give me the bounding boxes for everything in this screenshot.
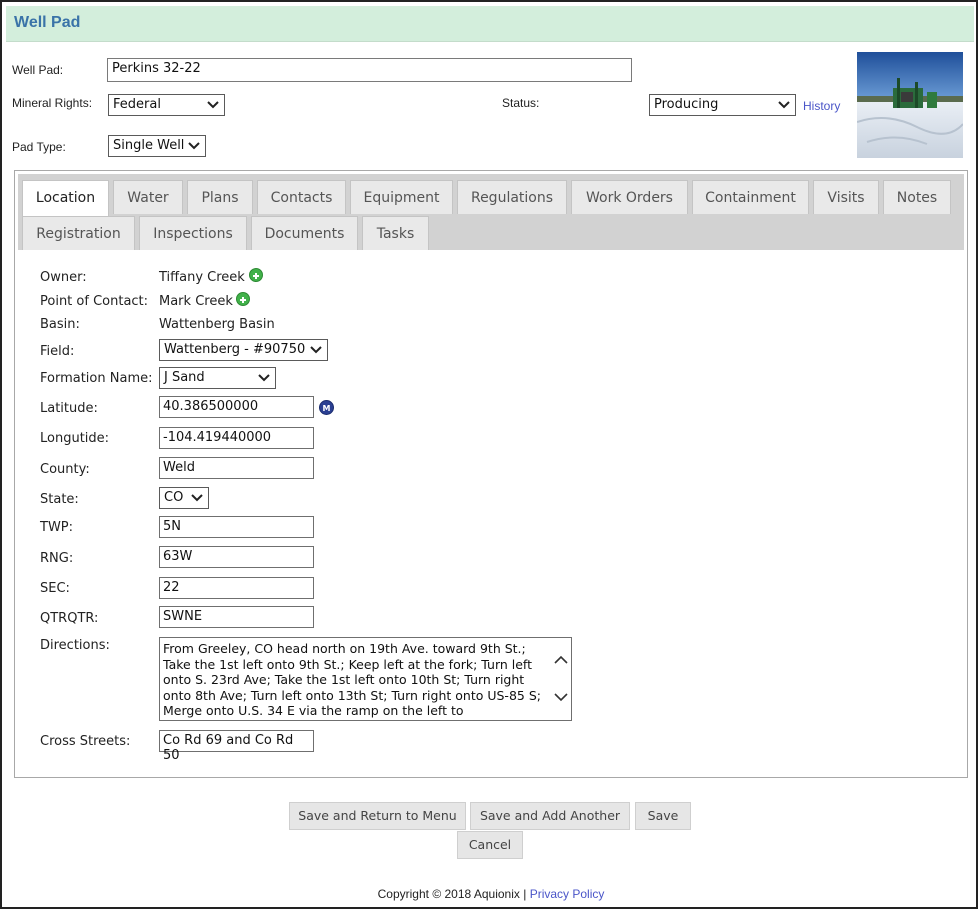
rng-label: RNG: xyxy=(40,551,74,566)
twp-input[interactable]: 5N xyxy=(159,516,314,538)
longitude-input[interactable]: -104.419440000 xyxy=(159,427,314,449)
tab-contacts[interactable]: Contacts xyxy=(257,180,346,214)
tab-tasks[interactable]: Tasks xyxy=(362,216,429,250)
mineral-rights-value: Federal xyxy=(113,97,161,112)
chevron-down-icon xyxy=(188,142,200,150)
chevron-down-icon xyxy=(258,374,270,382)
county-label: County: xyxy=(40,462,90,477)
formation-select[interactable]: J Sand xyxy=(159,367,276,389)
footer: Copyright © 2018 Aquionix | Privacy Poli… xyxy=(2,887,978,901)
add-owner-icon[interactable] xyxy=(249,268,263,282)
mineral-rights-label: Mineral Rights: xyxy=(12,96,93,110)
tab-location[interactable]: Location xyxy=(22,180,109,216)
save-and-add-button[interactable]: Save and Add Another xyxy=(470,802,630,830)
directions-textarea[interactable]: From Greeley, CO head north on 19th Ave.… xyxy=(159,637,572,721)
tab-plans[interactable]: Plans xyxy=(187,180,253,214)
directions-label: Directions: xyxy=(40,638,110,653)
tab-registration[interactable]: Registration xyxy=(22,216,135,250)
pad-type-value: Single Well xyxy=(113,138,185,153)
qtrqtr-label: QTRQTR: xyxy=(40,611,99,626)
tab-work-orders[interactable]: Work Orders xyxy=(571,180,688,214)
save-and-return-button[interactable]: Save and Return to Menu xyxy=(289,802,466,830)
cross-streets-input[interactable]: Co Rd 69 and Co Rd 50 xyxy=(159,730,314,763)
tab-inspections[interactable]: Inspections xyxy=(139,216,247,250)
page-title: Well Pad xyxy=(14,14,81,31)
qtrqtr-input[interactable]: SWNE xyxy=(159,606,314,628)
basin-value: Wattenberg Basin xyxy=(159,317,275,332)
state-select[interactable]: CO xyxy=(159,487,209,509)
cross-streets-label: Cross Streets: xyxy=(40,734,131,749)
copyright-text: Copyright © 2018 Aquionix | xyxy=(377,887,530,901)
rng-input[interactable]: 63W xyxy=(159,546,314,568)
poc-label: Point of Contact: xyxy=(40,294,149,309)
latitude-input[interactable]: 40.386500000 xyxy=(159,396,314,418)
owner-value: Tiffany Creek xyxy=(159,270,245,285)
well-pad-input[interactable]: Perkins 32-22 xyxy=(107,58,632,82)
scroll-up-icon[interactable] xyxy=(553,653,569,667)
well-site-image xyxy=(857,52,963,158)
tab-notes[interactable]: Notes xyxy=(883,180,951,214)
pad-type-select[interactable]: Single Well xyxy=(108,135,206,157)
twp-label: TWP: xyxy=(40,520,74,535)
save-button[interactable]: Save xyxy=(635,802,691,830)
sec-label: SEC: xyxy=(40,581,70,596)
tab-water[interactable]: Water xyxy=(113,180,183,214)
poc-value: Mark Creek xyxy=(159,294,233,309)
mineral-rights-select[interactable]: Federal xyxy=(108,94,225,116)
field-label: Field: xyxy=(40,344,75,359)
chevron-down-icon xyxy=(191,494,203,502)
tab-visits[interactable]: Visits xyxy=(813,180,879,214)
privacy-policy-link[interactable]: Privacy Policy xyxy=(530,887,605,901)
state-value: CO xyxy=(164,490,184,505)
tab-documents[interactable]: Documents xyxy=(251,216,358,250)
formation-label: Formation Name: xyxy=(40,371,153,386)
field-value: Wattenberg - #90750 xyxy=(164,342,306,357)
tab-containment[interactable]: Containment xyxy=(692,180,809,214)
well-pad-label: Well Pad: xyxy=(12,63,64,77)
status-select[interactable]: Producing xyxy=(649,94,796,116)
map-marker-icon[interactable]: M xyxy=(319,400,334,415)
status-value: Producing xyxy=(654,97,719,112)
sec-input[interactable]: 22 xyxy=(159,577,314,599)
tab-equipment[interactable]: Equipment xyxy=(350,180,453,214)
chevron-down-icon xyxy=(207,101,219,109)
chevron-down-icon xyxy=(310,346,322,354)
field-select[interactable]: Wattenberg - #90750 xyxy=(159,339,328,361)
pad-type-label: Pad Type: xyxy=(12,140,66,154)
scroll-down-icon[interactable] xyxy=(553,690,569,704)
well-pad-photo xyxy=(857,52,963,158)
add-contact-icon[interactable] xyxy=(236,292,250,306)
basin-label: Basin: xyxy=(40,317,80,332)
app-window: Well Pad Well Pad: Perkins 32-22 Mineral… xyxy=(0,0,978,909)
tab-regulations[interactable]: Regulations xyxy=(457,180,567,214)
status-label: Status: xyxy=(502,96,540,110)
title-bar: Well Pad xyxy=(6,6,974,42)
cancel-button[interactable]: Cancel xyxy=(457,831,523,859)
state-label: State: xyxy=(40,492,79,507)
formation-value: J Sand xyxy=(164,370,205,385)
owner-label: Owner: xyxy=(40,270,87,285)
longitude-label: Longutide: xyxy=(40,431,110,446)
county-input[interactable]: Weld xyxy=(159,457,314,479)
history-link[interactable]: History xyxy=(803,99,840,113)
latitude-label: Latitude: xyxy=(40,401,98,416)
chevron-down-icon xyxy=(778,101,790,109)
